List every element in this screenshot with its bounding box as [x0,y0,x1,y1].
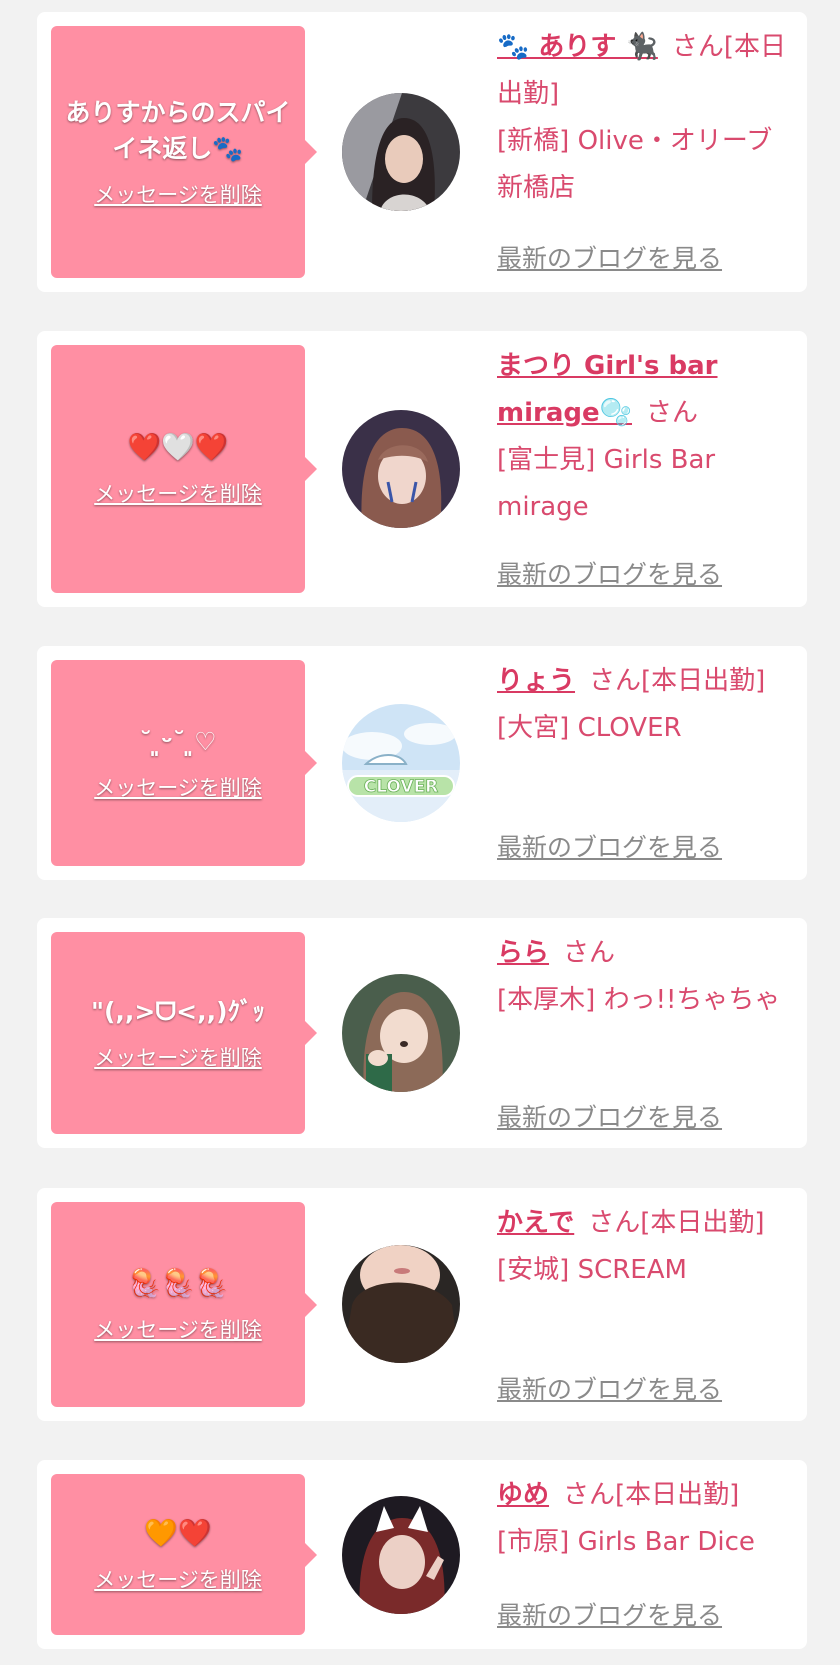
avatar[interactable] [342,974,460,1092]
latest-blog-link[interactable]: 最新のブログを見る [497,1370,722,1406]
message-text: "(,,>ᗜ<,,)ｸﾞｯ [90,997,265,1026]
sender-info: まつり Girl's bar mirage🫧 さん [富士見] Girls Bar… [497,343,797,531]
avatar[interactable] [342,1245,460,1363]
status-label: [本日出勤] [640,1208,765,1238]
sender-info: らら さん [本厚木] わっ!!ちゃちゃ [497,930,797,1024]
message-card: ありすからのスパイイネ返し🐾 メッセージを削除 🐾 ありす 🐈‍⬛ さん[本日出勤… [37,12,807,292]
sender-name-link[interactable]: 🐾 ありす 🐈‍⬛ [497,32,658,62]
message-bubble: 🪼🪼🪼 メッセージを削除 [51,1202,317,1407]
message-text: ありすからのスパイイネ返し🐾 [65,98,291,163]
message-text: 🧡❤️ [144,1517,212,1549]
honorific: さん [563,1480,616,1510]
area-label: [大宮] [497,713,570,743]
message-card: ˘ ͈ᵕ˘ ͈♡ メッセージを削除 CLOVER りょう さん[本日出勤] [大宮… [37,646,807,880]
message-text: ˘ ͈ᵕ˘ ͈♡ [139,727,217,756]
delete-message-link[interactable]: メッセージを削除 [94,772,262,802]
message-card: 🪼🪼🪼 メッセージを削除 かえで さん[本日出勤] [安城] SCREAM 最新の… [37,1188,807,1421]
status-label: [本日出勤] [641,666,766,696]
latest-blog-link[interactable]: 最新のブログを見る [497,555,722,591]
user-photo-avatar [342,410,460,528]
message-text: 🪼🪼🪼 [127,1267,229,1299]
delete-message-link[interactable]: メッセージを削除 [94,179,262,209]
honorific: さん [588,1208,641,1238]
message-card: 🧡❤️ メッセージを削除 ゆめ さん[本日出勤] [市原] Girls Bar D… [37,1460,807,1649]
user-photo-avatar [342,974,460,1092]
sender-name-link[interactable]: らら [497,938,549,968]
area-label: [新橋] [497,126,570,156]
avatar[interactable] [342,410,460,528]
sender-info: 🐾 ありす 🐈‍⬛ さん[本日出勤] [新橋] Olive・オリーブ新橋店 [497,24,797,212]
status-label: [本日出勤] [615,1480,740,1510]
area-label: [富士見] [497,445,596,475]
honorific: さん [563,938,616,968]
sender-info: ゆめ さん[本日出勤] [市原] Girls Bar Dice [497,1472,797,1566]
delete-message-link[interactable]: メッセージを削除 [94,478,262,508]
shop-name: Girls Bar Dice [577,1527,755,1557]
latest-blog-link[interactable]: 最新のブログを見る [497,1098,722,1134]
delete-message-link[interactable]: メッセージを削除 [94,1042,262,1072]
latest-blog-link[interactable]: 最新のブログを見る [497,239,722,275]
sender-name-link[interactable]: ゆめ [497,1480,549,1510]
latest-blog-link[interactable]: 最新のブログを見る [497,1596,722,1632]
delete-message-link[interactable]: メッセージを削除 [94,1314,262,1344]
clover-logo-text: CLOVER [364,777,439,797]
avatar[interactable] [342,1496,460,1614]
message-card: "(,,>ᗜ<,,)ｸﾞｯ メッセージを削除 らら さん [本厚木] わっ!!ちゃ… [37,918,807,1148]
honorific: さん [646,398,699,428]
clover-logo-avatar: CLOVER [342,704,460,822]
sender-name-link[interactable]: かえで [497,1208,574,1238]
user-photo-avatar [342,1496,460,1614]
area-label: [市原] [497,1527,570,1557]
area-label: [安城] [497,1255,570,1285]
honorific: さん [589,666,642,696]
shop-name: わっ!!ちゃちゃ [603,985,781,1015]
message-text: ❤️🤍❤️ [127,432,229,463]
message-bubble: 🧡❤️ メッセージを削除 [51,1474,317,1635]
honorific: さん [671,32,724,62]
delete-message-link[interactable]: メッセージを削除 [94,1564,262,1594]
latest-blog-link[interactable]: 最新のブログを見る [497,828,722,864]
message-bubble: ❤️🤍❤️ メッセージを削除 [51,345,317,593]
sender-info: りょう さん[本日出勤] [大宮] CLOVER [497,658,797,752]
message-bubble: ˘ ͈ᵕ˘ ͈♡ メッセージを削除 [51,660,317,866]
message-card: ❤️🤍❤️ メッセージを削除 まつり Girl's bar mirage🫧 さん … [37,331,807,607]
avatar[interactable] [342,93,460,211]
shop-name: SCREAM [577,1255,687,1285]
area-label: [本厚木] [497,985,596,1015]
sender-info: かえで さん[本日出勤] [安城] SCREAM [497,1200,797,1294]
user-photo-avatar [342,93,460,211]
avatar[interactable]: CLOVER [342,704,460,822]
message-bubble: ありすからのスパイイネ返し🐾 メッセージを削除 [51,26,317,278]
shop-name: CLOVER [577,713,682,743]
user-photo-avatar [342,1245,460,1363]
message-bubble: "(,,>ᗜ<,,)ｸﾞｯ メッセージを削除 [51,932,317,1134]
sender-name-link[interactable]: りょう [497,666,575,696]
